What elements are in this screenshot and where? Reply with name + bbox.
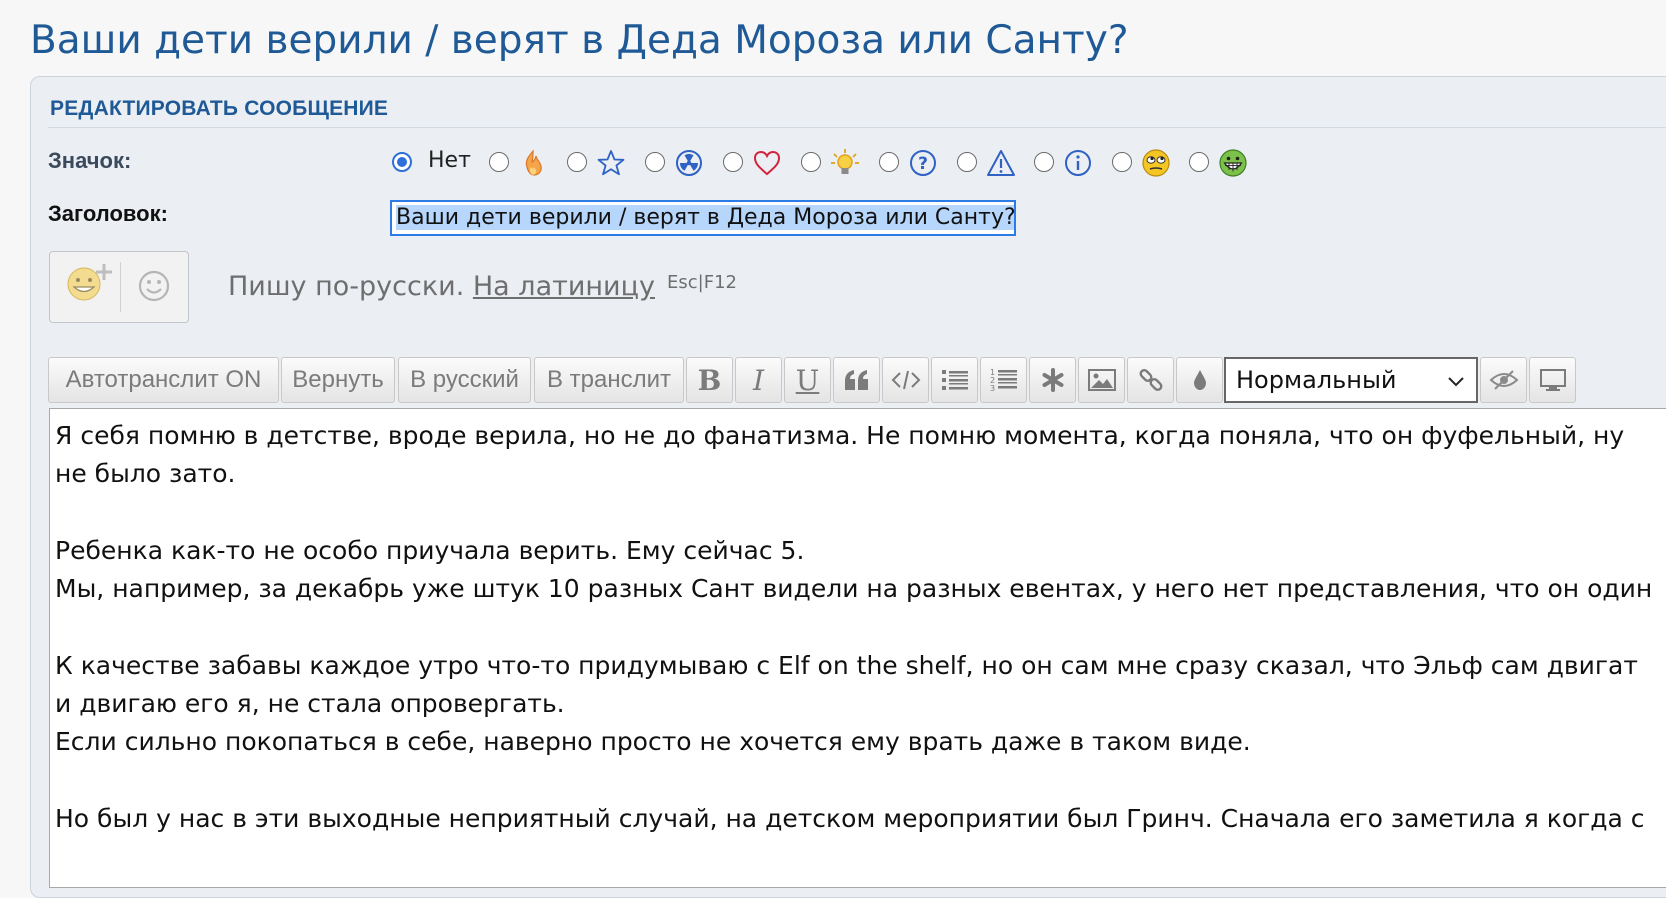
question-icon: ? [910,150,936,176]
spoiler-button[interactable] [1029,357,1076,403]
info-icon [1065,150,1091,176]
code-icon [891,370,920,390]
editor-line: Я себя помню в детстве, вроде верила, но… [55,421,1625,450]
heart-icon [753,150,781,176]
icon-radio-question[interactable] [879,152,899,172]
icon-radio-eye-roll[interactable] [1112,152,1132,172]
icon-radio-lightbulb[interactable] [801,152,821,172]
italic-button[interactable]: I [735,357,782,403]
text-color-button[interactable] [1176,357,1223,403]
icon-radio-radioactive[interactable] [645,152,665,172]
eye-slash-icon [1489,370,1518,390]
full-preview-button[interactable] [1529,357,1576,403]
to-russian-button[interactable]: В русский [398,357,531,403]
page-title: Ваши дети верили / верят в Деда Мороза и… [30,18,1129,63]
quote-icon [844,370,868,390]
revert-button[interactable]: Вернуть [281,357,395,403]
code-button[interactable] [882,357,929,403]
bulleted-list-icon [941,370,968,390]
link-icon [1139,369,1162,391]
quote-button[interactable] [833,357,880,403]
numbered-list-button[interactable]: 123 [980,357,1027,403]
insert-link-button[interactable] [1127,357,1174,403]
switch-to-latin-link[interactable]: На латиницу [473,271,655,302]
grin-emoji-icon [1219,149,1247,177]
star-icon [597,150,625,176]
image-icon [1087,369,1116,391]
icon-radio-grin[interactable] [1189,152,1209,172]
editor-line: Но был у нас в эти выходные неприятный с… [55,803,1645,833]
font-size-value: Нормальный [1236,366,1397,394]
autotranslit-button[interactable]: Автотранслит ON [48,357,279,403]
icon-radio-fire[interactable] [489,152,509,172]
svg-text:?: ? [918,154,928,174]
translit-status: Пишу по-русски. На латиницу [228,271,655,302]
monitor-icon [1539,369,1566,391]
asterisk-icon [1042,368,1063,392]
to-translit-button[interactable]: В транслит [534,357,684,403]
editor-line: Если сильно покопаться в себе, наверно п… [55,727,1251,757]
editor-line [55,608,1666,646]
insert-image-button[interactable] [1078,357,1125,403]
icon-radio-warning[interactable] [957,152,977,172]
eye-roll-emoji-icon [1142,149,1170,177]
translit-message: Пишу по-русски. [228,271,465,302]
smiley-panel-divider [120,262,121,312]
bold-button[interactable]: B [686,357,733,403]
header-divider [48,127,1666,128]
editor-line: не было зато. [55,459,236,489]
icon-none-label: Нет [428,148,471,173]
smiley-icon[interactable] [137,269,171,303]
translit-hotkey: Esc|F12 [667,272,737,293]
bulleted-list-button[interactable] [931,357,978,403]
panel-header: РЕДАКТИРОВАТЬ СООБЩЕНИЕ [50,97,389,120]
warning-icon [987,150,1015,176]
editor-line [55,494,1666,532]
underline-button[interactable]: U [784,357,831,403]
editor-line: Ребенка как-то не особо приучала верить.… [55,535,805,565]
editor-toolbar: Автотранслит ON Вернуть В русский В тран… [48,357,1666,405]
icon-radio-none[interactable] [392,152,412,172]
title-label: Заголовок: [48,201,168,226]
fire-icon [525,149,542,176]
title-input-value: Ваши дети верили / верят в Деда Мороза и… [396,205,1016,230]
message-editor[interactable]: Я себя помню в детстве, вроде верила, но… [49,408,1666,888]
editor-line: К качестве забавы каждое утро что-то при… [55,650,1638,680]
numbered-list-icon: 123 [990,368,1017,393]
title-input[interactable]: Ваши дети верили / верят в Деда Мороза и… [390,200,1016,236]
editor-line: и двигаю его я, не стала опровергать. [55,689,565,719]
editor-line: Мы, например, за декабрь уже штук 10 раз… [55,574,1653,604]
preview-toggle-button[interactable] [1480,357,1527,403]
radioactive-icon [676,150,702,176]
lightbulb-icon [831,149,859,174]
icon-radio-info[interactable] [1034,152,1054,172]
chevron-down-icon [1448,377,1464,387]
icon-radio-heart[interactable] [723,152,743,172]
editor-line [55,762,1666,800]
icon-label: Значок: [48,148,132,173]
add-smiley-icon[interactable] [64,262,112,302]
drop-icon [1193,370,1206,390]
icon-radio-star[interactable] [567,152,587,172]
svg-text:3: 3 [990,384,995,393]
font-size-select[interactable]: Нормальный [1224,357,1478,403]
